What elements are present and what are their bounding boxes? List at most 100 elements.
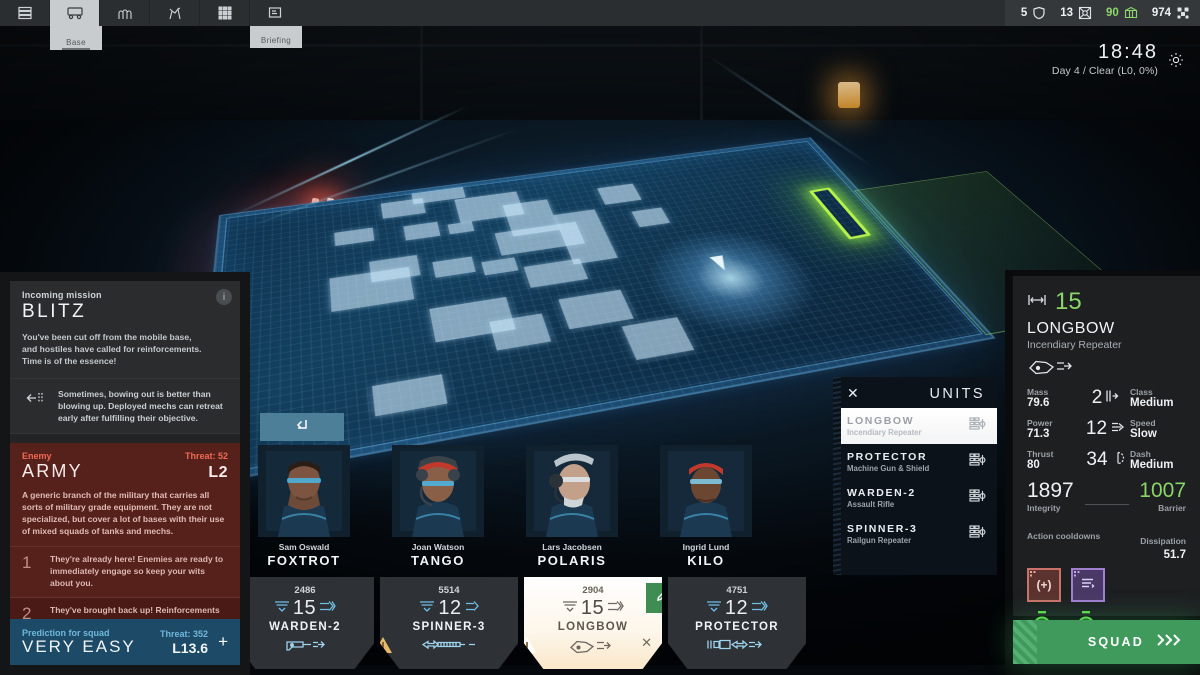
- mission-info-button[interactable]: i: [216, 289, 232, 305]
- integrity-label: Integrity: [1027, 503, 1074, 513]
- dash-icon: [1111, 451, 1125, 470]
- resource-shield-value: 5: [1021, 7, 1027, 19]
- chevrons-right-icon: [1156, 633, 1182, 652]
- tab-overview[interactable]: [0, 0, 50, 26]
- remove-unit-button[interactable]: ✕: [641, 635, 652, 651]
- pilot-name: Joan Watson: [382, 542, 494, 552]
- stat-label: Power: [1027, 418, 1081, 428]
- pilot-card[interactable]: Joan Watson TANGO: [382, 445, 494, 570]
- pilot-card[interactable]: Lars Jacobsen POLARIS: [516, 445, 628, 570]
- units-panel-stripes: [833, 377, 841, 575]
- detail-stats: Mass 79.6 2 Class Medium Power 71.3 12 S…: [1027, 387, 1186, 471]
- prediction-panel[interactable]: Prediction for squad VERY EASY Threat: 3…: [10, 619, 240, 665]
- squad-card-warden-2[interactable]: 2486 15 WARDEN-2: [236, 577, 374, 669]
- stat-right-label: Speed: [1130, 418, 1186, 428]
- resource-credits-value: 974: [1152, 7, 1171, 19]
- speed-icon: [1110, 420, 1125, 439]
- stat-right-value: Slow: [1130, 428, 1186, 440]
- card-name: LONGBOW: [524, 621, 662, 633]
- enemy-name: ARMY: [22, 461, 83, 482]
- retreat-arrow-icon: [22, 388, 48, 406]
- unit-name: SPINNER-3: [847, 523, 917, 535]
- units-panel-title: UNITS: [930, 386, 986, 402]
- enemy-kicker: Enemy: [22, 451, 52, 461]
- shield-icon: [1032, 6, 1046, 20]
- tab-briefing[interactable]: [250, 0, 300, 26]
- stat-label: Mass: [1027, 387, 1081, 397]
- enemy-description: A generic branch of the military that ca…: [22, 489, 228, 537]
- squad-card-spinner-3[interactable]: 5514 12 SPINNER-3: [380, 577, 518, 669]
- unit-list-item-protector[interactable]: PROTECTOR Machine Gun & Shield: [833, 444, 997, 480]
- integrity-value: 1897: [1027, 480, 1074, 501]
- tab-base-label: Base: [50, 38, 102, 47]
- unit-name: WARDEN-2: [847, 487, 916, 499]
- pilot-name: Lars Jacobsen: [516, 542, 628, 552]
- stat-right-value: Medium: [1130, 459, 1186, 471]
- mission-kicker: Incoming mission: [22, 290, 228, 300]
- ability-repair[interactable]: (+): [1027, 568, 1061, 602]
- squad-card-protector[interactable]: 4751 12 PROTECTOR: [668, 577, 806, 669]
- resource-supply[interactable]: 90: [1106, 6, 1138, 20]
- tab-mechs[interactable]: [150, 0, 200, 26]
- resource-tech-value: 13: [1060, 7, 1073, 19]
- card-value: 12: [725, 597, 748, 620]
- enemy-trait-number: 1: [22, 554, 40, 573]
- mission-title: BLITZ: [22, 301, 228, 323]
- resource-tech[interactable]: 13: [1060, 6, 1092, 20]
- pilot-portrait-kilo: [660, 445, 752, 537]
- crate-icon: [1124, 6, 1138, 20]
- speed-icon: [319, 600, 336, 618]
- pilot-roster: Sam Oswald FOXTROT Joan Watson TANGO Lar…: [248, 445, 828, 570]
- loadout-icon: [969, 489, 986, 508]
- detail-stat-power: Power 71.3 12 Speed Slow: [1027, 418, 1186, 440]
- ability-volley[interactable]: [1071, 568, 1105, 602]
- unit-subtitle: Assault Rifle: [847, 500, 916, 509]
- pilot-card[interactable]: Sam Oswald FOXTROT: [248, 445, 360, 570]
- tab-base[interactable]: [50, 0, 100, 26]
- tab-inventory[interactable]: [200, 0, 250, 26]
- resource-shield[interactable]: 5: [1021, 6, 1046, 20]
- prediction-level: L13.6: [160, 640, 208, 656]
- prediction-expand-button[interactable]: +: [218, 632, 228, 652]
- atom-icon: [1078, 6, 1092, 20]
- barrier-label: Barrier: [1139, 503, 1186, 513]
- enemy-threat: Threat: 52: [185, 451, 228, 461]
- loadout-icon: [969, 453, 986, 472]
- close-icon[interactable]: ✕: [847, 385, 859, 402]
- pilot-callsign: POLARIS: [516, 553, 628, 568]
- detail-unit-subtitle: Incendiary Repeater: [1027, 339, 1186, 351]
- machine-gun-shield-icon: [668, 637, 806, 652]
- squad-card-longbow[interactable]: 2904 15 LONGBOW ✕: [524, 577, 662, 669]
- prediction-value: VERY EASY: [22, 637, 160, 657]
- stat-right-label: Class: [1130, 387, 1186, 397]
- pilot-portrait-polaris: [526, 445, 618, 537]
- tab-underline: [62, 48, 90, 50]
- enemy-trait-text: They're already here! Enemies are ready …: [50, 554, 228, 590]
- ability-glyph: (+): [1037, 578, 1052, 592]
- dissipation-value: 51.7: [1140, 549, 1186, 561]
- unit-list-item-spinner-3[interactable]: SPINNER-3 Railgun Repeater: [833, 516, 997, 552]
- tab-pilots[interactable]: [100, 0, 150, 26]
- unit-detail-panel: 15 LONGBOW Incendiary Repeater Mass 79.6…: [1013, 276, 1200, 616]
- card-cost: 5514: [380, 585, 518, 596]
- card-cost: 2486: [236, 585, 374, 596]
- card-value: 15: [293, 597, 316, 620]
- pilot-callsign: KILO: [650, 553, 762, 568]
- speed-icon: [465, 600, 479, 618]
- pilot-card[interactable]: Ingrid Lund KILO: [650, 445, 762, 570]
- dissipation-label: Dissipation: [1140, 536, 1186, 546]
- unit-list-item-warden-2[interactable]: WARDEN-2 Assault Rifle: [833, 480, 997, 516]
- stat-mid-value: 12: [1086, 418, 1107, 440]
- units-panel-header: ✕ UNITS: [833, 377, 997, 408]
- resource-bar: 5 13 90 974: [1005, 0, 1200, 26]
- card-cost: 4751: [668, 585, 806, 596]
- cooldowns-header: Action cooldowns Dissipation 51.7: [1027, 531, 1186, 561]
- resource-credits[interactable]: 974: [1152, 6, 1190, 20]
- unit-subtitle: Incendiary Repeater: [847, 428, 922, 437]
- prediction-threat: Threat: 352: [160, 629, 208, 639]
- unit-list-item-longbow[interactable]: LONGBOW Incendiary Repeater: [833, 408, 997, 444]
- deploy-button[interactable]: [260, 413, 344, 441]
- detail-health-row: 1897 Integrity 1007 Barrier: [1027, 480, 1186, 513]
- tab-briefing-label: Briefing: [250, 36, 302, 45]
- squad-button[interactable]: SQUAD: [1013, 620, 1200, 664]
